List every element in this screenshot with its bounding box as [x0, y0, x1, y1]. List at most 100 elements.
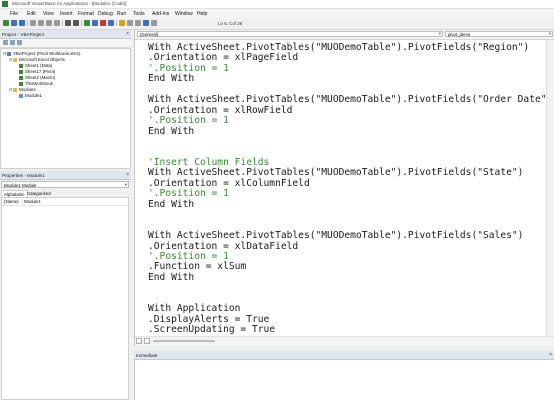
properties-grid: (Name) Module1: [1, 197, 129, 400]
close-icon[interactable]: ×: [549, 352, 552, 358]
property-row[interactable]: (Name) Module1: [2, 198, 128, 206]
vba-app-icon: [2, 1, 8, 7]
close-icon[interactable]: ×: [126, 172, 129, 178]
immediate-window[interactable]: [134, 360, 554, 400]
properties-object-select[interactable]: Module1 Module ▾: [1, 181, 129, 188]
object-combo[interactable]: (General) ▾: [137, 31, 443, 37]
chevron-down-icon[interactable]: ▾: [439, 31, 441, 37]
properties-panel-header: Properties - Module1 ×: [0, 171, 131, 180]
tree-node-excel-objects[interactable]: ⊟ Microsoft Excel Objects: [9, 57, 65, 62]
procedure-view-icon[interactable]: [136, 338, 142, 344]
design-mode-icon[interactable]: [108, 20, 114, 26]
sheet-icon: [19, 75, 23, 80]
properties-window-icon[interactable]: [127, 20, 133, 26]
collapse-icon[interactable]: ⊟: [9, 57, 12, 62]
scroll-thumb[interactable]: [153, 340, 215, 342]
full-module-view-icon[interactable]: [144, 338, 150, 344]
project-panel-header: Project - VBAProject ×: [0, 30, 131, 39]
property-divider: [22, 198, 23, 205]
menu-format[interactable]: Format: [78, 11, 94, 17]
code-line[interactable]: .ScreenUpdating = True: [148, 324, 275, 335]
tree-node-modules[interactable]: ⊟ Modules: [9, 87, 36, 92]
code-line[interactable]: End With: [148, 272, 194, 283]
properties-object-value: Module1 Module: [4, 182, 37, 188]
code-line[interactable]: End With: [148, 199, 194, 210]
toggle-folders-icon[interactable]: [17, 40, 22, 45]
menu-file[interactable]: File: [10, 11, 18, 17]
code-line[interactable]: End With: [148, 73, 194, 84]
reset-icon[interactable]: [100, 20, 106, 26]
menu-edit[interactable]: Edit: [27, 11, 36, 17]
close-icon[interactable]: ×: [126, 31, 129, 37]
cut-icon[interactable]: [30, 20, 36, 26]
menu-help[interactable]: Help: [197, 11, 207, 17]
tree-node-vbaproject[interactable]: ⊟ VBAProject (Pivot Workbook.xlsm): [3, 51, 81, 56]
toolbox-icon[interactable]: [143, 20, 149, 26]
code-editor[interactable]: With ActiveSheet.PivotTables("MUODemoTab…: [135, 40, 547, 336]
tree-node-label: Sheet2 (Macro): [25, 75, 56, 80]
copy-icon[interactable]: [38, 20, 44, 26]
code-comment-line[interactable]: '.Position = 1: [148, 115, 229, 126]
code-line[interactable]: .DisplayAlerts = True: [148, 314, 269, 325]
menu-tools[interactable]: Tools: [133, 11, 145, 17]
view-excel-icon[interactable]: [3, 20, 9, 26]
code-line[interactable]: .Orientation = xlColumnField: [148, 178, 310, 189]
code-line[interactable]: With ActiveSheet.PivotTables("MUODemoTab…: [148, 42, 529, 53]
run-icon[interactable]: [84, 20, 90, 26]
break-icon[interactable]: [92, 20, 98, 26]
project-explorer-icon[interactable]: [119, 20, 125, 26]
vertical-scrollbar[interactable]: [546, 40, 554, 336]
menu-window[interactable]: Window: [175, 11, 193, 17]
project-panel-title: Project - VBAProject: [2, 31, 44, 37]
code-line[interactable]: .Orientation = xlDataField: [148, 241, 298, 252]
code-comment-line[interactable]: 'Insert Column Fields: [148, 157, 269, 168]
collapse-icon[interactable]: ⊟: [9, 87, 12, 92]
code-comment-line[interactable]: '.Position = 1: [148, 188, 229, 199]
property-value[interactable]: Module1: [24, 199, 41, 204]
menu-insert[interactable]: Insert: [60, 11, 73, 17]
chevron-down-icon[interactable]: ▾: [125, 182, 127, 188]
code-line[interactable]: .Orientation = xlPageField: [148, 52, 298, 63]
undo-icon[interactable]: [65, 20, 71, 26]
code-line[interactable]: With Application: [148, 303, 240, 314]
property-name: (Name): [4, 199, 19, 204]
code-line[interactable]: .Orientation = xlRowField: [148, 105, 292, 116]
tree-node-sheet17[interactable]: Sheet17 (Pivot): [19, 69, 55, 74]
tree-node-label: Sheet1 (Data): [25, 63, 53, 68]
tree-node-sheet2[interactable]: Sheet2 (Macro): [19, 75, 55, 80]
view-code-icon[interactable]: [3, 40, 8, 45]
help-icon[interactable]: [151, 20, 157, 26]
menu-addins[interactable]: Add-Ins: [152, 11, 169, 17]
collapse-icon[interactable]: ⊟: [3, 51, 6, 56]
tree-node-thisworkbook[interactable]: ThisWorkbook: [19, 81, 53, 86]
menu-run[interactable]: Run: [117, 11, 126, 17]
redo-icon[interactable]: [73, 20, 79, 26]
menu-debug[interactable]: Debug: [98, 11, 113, 17]
toolbar-separator: [27, 20, 28, 26]
menu-view[interactable]: View: [43, 11, 54, 17]
tab-categorized[interactable]: Categorized: [25, 190, 53, 197]
code-comment-line[interactable]: '.Position = 1: [148, 251, 229, 262]
chevron-down-icon[interactable]: ▾: [549, 31, 551, 37]
code-comment-line[interactable]: '.Position = 1: [148, 63, 229, 74]
horizontal-scrollbar[interactable]: [135, 336, 554, 346]
find-icon[interactable]: [54, 20, 60, 26]
object-browser-icon[interactable]: [135, 20, 141, 26]
folder-icon: [13, 87, 17, 92]
code-line[interactable]: With ActiveSheet.PivotTables("MUODemoTab…: [148, 167, 523, 178]
code-line[interactable]: .Function = xlSum: [148, 261, 246, 272]
tree-node-sheet1[interactable]: Sheet1 (Data): [19, 63, 52, 68]
tree-node-label: Module1: [25, 93, 42, 98]
paste-icon[interactable]: [46, 20, 52, 26]
module-icon: [19, 93, 23, 98]
vba-project-icon: [7, 51, 11, 56]
view-object-icon[interactable]: [10, 40, 15, 45]
code-line[interactable]: With ActiveSheet.PivotTables("MUODemoTab…: [148, 94, 547, 105]
title-bar: Microsoft Visual Basic for Applications …: [0, 0, 554, 9]
code-line[interactable]: With ActiveSheet.PivotTables("MUODemoTab…: [148, 230, 523, 241]
insert-module-icon[interactable]: [11, 20, 17, 26]
tree-node-module1[interactable]: Module1: [19, 93, 42, 98]
procedure-combo[interactable]: pivot_demo ▾: [445, 31, 553, 37]
code-line[interactable]: End With: [148, 126, 194, 137]
save-icon[interactable]: [19, 20, 25, 26]
